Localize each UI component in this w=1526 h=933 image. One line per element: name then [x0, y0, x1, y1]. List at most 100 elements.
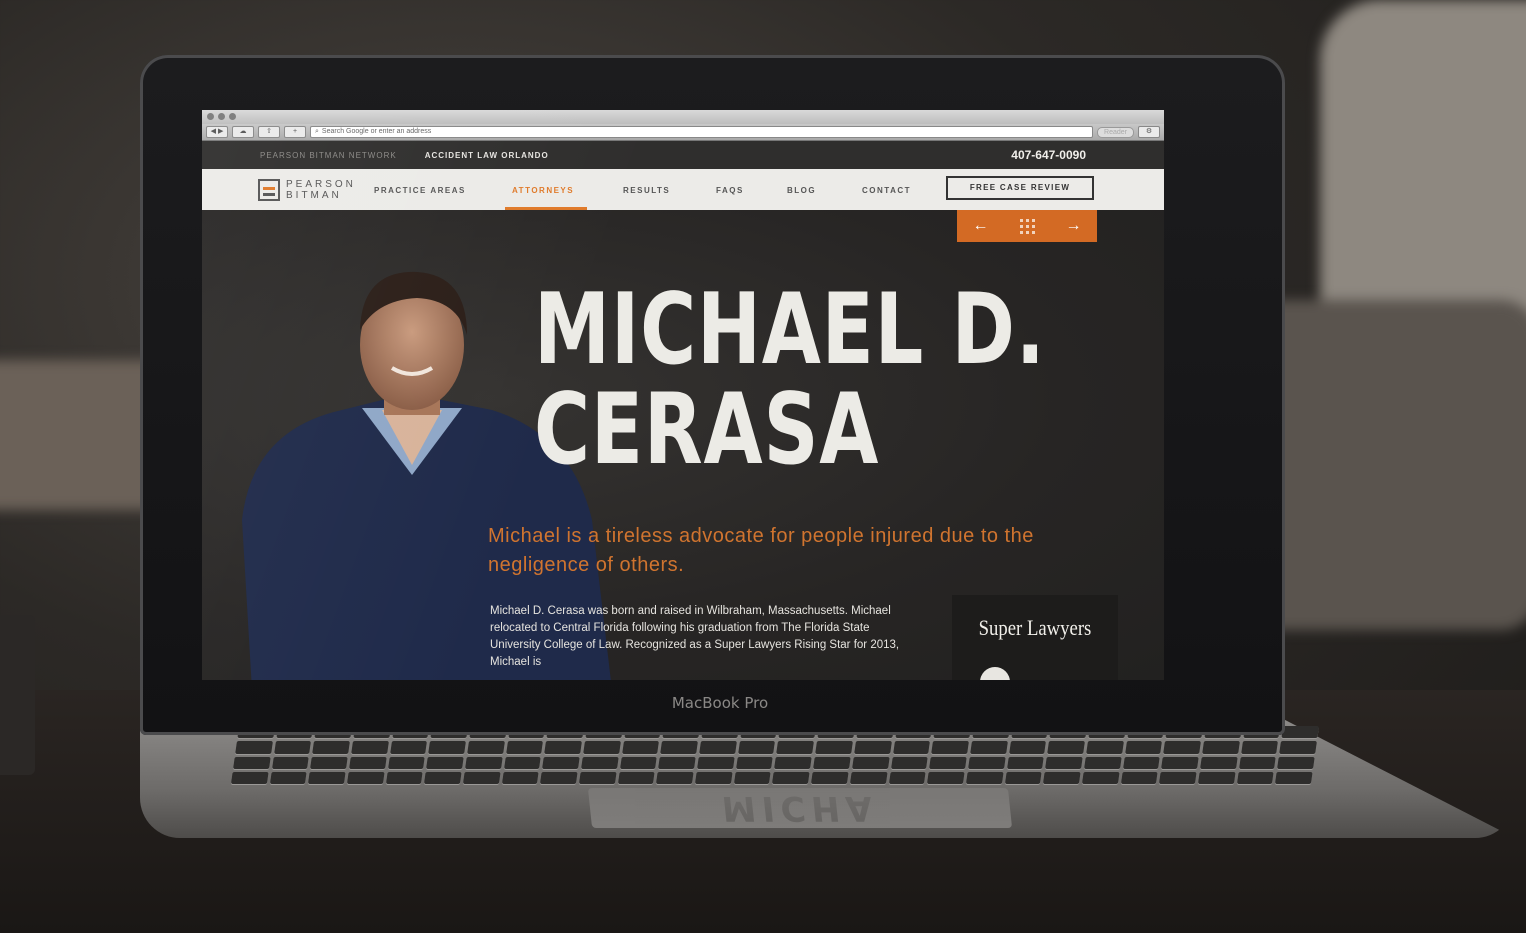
share-icon[interactable]: ⇧	[258, 126, 280, 138]
keyboard-key	[617, 771, 656, 784]
nav-contact[interactable]: CONTACT	[862, 186, 911, 195]
background-cup	[0, 615, 35, 775]
keyboard-key	[1275, 771, 1313, 784]
keyboard-key	[387, 756, 426, 769]
free-case-review-button[interactable]: FREE CASE REVIEW	[946, 176, 1094, 200]
keyboard-key	[1197, 771, 1236, 784]
keyboard-key	[890, 756, 928, 769]
keyboard-key	[854, 741, 892, 754]
nav-practice-areas[interactable]: PRACTICE AREAS	[374, 186, 466, 195]
grid-dots-icon[interactable]	[1019, 218, 1035, 234]
keyboard-key	[851, 756, 890, 769]
keyboard-key	[273, 741, 312, 754]
logo-text: PEARSON BITMAN	[286, 179, 356, 201]
network-bar: PEARSON BITMAN NETWORK ACCIDENT LAW ORLA…	[202, 141, 1164, 169]
keyboard-key	[1124, 741, 1163, 754]
keyboard-key	[1045, 756, 1083, 769]
super-lawyers-logo: Super Lawyers	[978, 615, 1092, 640]
attorney-bio: Michael D. Cerasa was born and raised in…	[490, 605, 900, 668]
keyboard-key	[579, 771, 617, 784]
arrow-left-icon[interactable]: ←	[973, 217, 989, 235]
keyboard-key	[1004, 771, 1042, 784]
site-logo[interactable]: PEARSON BITMAN	[258, 179, 356, 201]
keyboard-key	[1240, 741, 1279, 754]
new-tab-icon[interactable]: +	[284, 126, 306, 138]
keyboard-key	[695, 771, 733, 784]
keyboard-key	[1202, 741, 1240, 754]
keyboard-key	[230, 771, 269, 784]
browser-toolbar: ◀ ▶ ☁ ⇧ + ⌕ Search Google or enter an ad…	[202, 124, 1164, 141]
attorney-hero: ← → MICHAEL D. CERASA Michael is a tirel…	[202, 210, 1164, 680]
close-window-icon[interactable]	[207, 113, 214, 120]
keyboard-key	[269, 771, 307, 784]
reader-button[interactable]: Reader	[1097, 126, 1134, 138]
keyboard-key	[811, 771, 849, 784]
keyboard-key	[1081, 771, 1120, 784]
nav-faqs[interactable]: FAQS	[716, 186, 744, 195]
nav-results[interactable]: RESULTS	[623, 186, 670, 195]
network-name[interactable]: PEARSON BITMAN NETWORK	[260, 151, 397, 160]
keyboard-key	[583, 741, 621, 754]
keyboard-key	[1047, 741, 1085, 754]
phone-number[interactable]: 407-647-0090	[1011, 148, 1086, 162]
keyboard-key	[505, 741, 544, 754]
keyboard-key	[542, 756, 580, 769]
keyboard-key	[1120, 771, 1158, 784]
keyboard-key	[738, 741, 776, 754]
keyboard-key	[426, 756, 464, 769]
attorney-name: MICHAEL D. CERASA	[534, 280, 1046, 480]
keyboard-key	[849, 771, 888, 784]
nav-attorneys[interactable]: ATTORNEYS	[512, 186, 574, 195]
keyboard-key	[929, 756, 967, 769]
keyboard-key	[235, 741, 273, 754]
network-site-link[interactable]: ACCIDENT LAW ORLANDO	[425, 151, 549, 160]
keyboard-key	[927, 771, 965, 784]
keyboard-key	[699, 741, 737, 754]
keyboard-key	[733, 771, 772, 784]
keyboard-key	[310, 756, 348, 769]
keyboard-key	[385, 771, 424, 784]
keyboard-key	[271, 756, 310, 769]
back-forward-icon[interactable]: ◀ ▶	[206, 126, 228, 138]
icloud-icon[interactable]: ☁	[232, 126, 254, 138]
keyboard-key	[965, 771, 1004, 784]
keyboard-key	[1163, 741, 1201, 754]
keyboard-key	[1279, 741, 1317, 754]
laptop-screen: ◀ ▶ ☁ ⇧ + ⌕ Search Google or enter an ad…	[202, 110, 1164, 680]
attorney-name-line-1: MICHAEL D.	[534, 273, 1046, 387]
keyboard-key	[619, 756, 658, 769]
browser-titlebar	[202, 110, 1164, 124]
zoom-window-icon[interactable]	[229, 113, 236, 120]
keyboard-key	[621, 741, 660, 754]
super-lawyers-badge[interactable]: Super Lawyers	[952, 595, 1118, 680]
logo-line-1: PEARSON	[286, 179, 356, 190]
keyboard-key	[312, 741, 350, 754]
keyboard-key	[501, 771, 540, 784]
background-book	[0, 360, 160, 510]
badge-seal-icon	[980, 667, 1010, 680]
keyboard-key	[660, 741, 699, 754]
keyboard-key	[1277, 756, 1315, 769]
keyboard-key	[351, 741, 389, 754]
keyboard-key	[1161, 756, 1199, 769]
keyboard-key	[544, 741, 583, 754]
minimize-window-icon[interactable]	[218, 113, 225, 120]
keyboard-key	[931, 741, 969, 754]
keyboard-key	[462, 771, 501, 784]
nav-blog[interactable]: BLOG	[787, 186, 816, 195]
keyboard-key	[308, 771, 346, 784]
address-bar[interactable]: ⌕ Search Google or enter an address	[310, 126, 1094, 138]
keyboard-key	[1008, 741, 1047, 754]
arrow-right-icon[interactable]: →	[1066, 217, 1082, 235]
laptop-brand-label: MacBook Pro	[671, 694, 769, 712]
keyboard-key	[1086, 741, 1124, 754]
main-navigation: PEARSON BITMAN PRACTICE AREAS ATTORNEYS …	[202, 169, 1164, 211]
keyboard-key	[503, 756, 542, 769]
keyboard-key	[1159, 771, 1197, 784]
settings-gear-icon[interactable]: ⚙	[1138, 126, 1160, 138]
keyboard-key	[1122, 756, 1161, 769]
attorney-tagline: Michael is a tireless advocate for peopl…	[488, 525, 1034, 576]
attorney-name-line-2: CERASA	[534, 373, 880, 487]
trackpad: MICHA	[587, 788, 1013, 828]
search-icon: ⌕	[315, 128, 319, 135]
